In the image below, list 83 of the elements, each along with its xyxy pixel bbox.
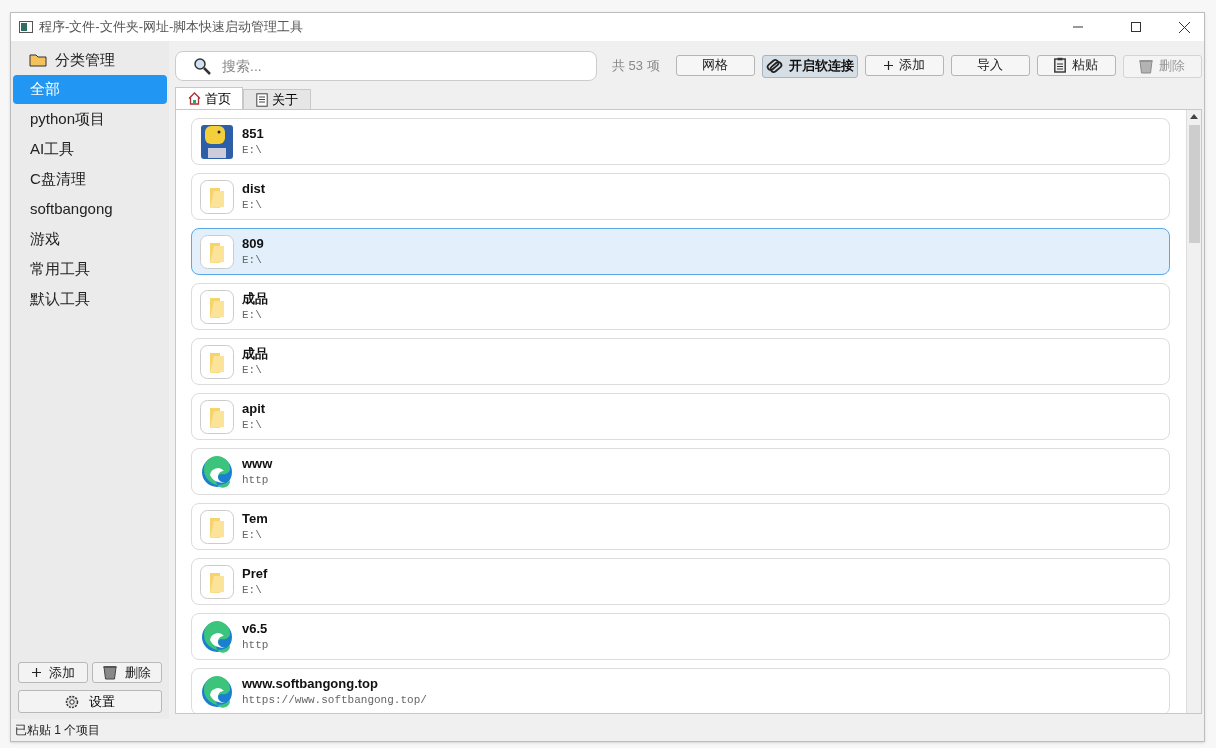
close-icon[interactable]: [1179, 21, 1190, 33]
item-name: Pref: [242, 565, 268, 582]
add-button[interactable]: 添加: [864, 54, 944, 76]
browser-icon: [200, 674, 234, 709]
tab[interactable]: 首页: [175, 87, 243, 109]
item-path: E:\: [242, 197, 263, 213]
link-button[interactable]: 开启软连接: [761, 54, 858, 78]
folder-icon: [200, 564, 234, 599]
item-name: 851: [242, 125, 264, 142]
list-item[interactable]: dist E:\: [191, 173, 1170, 220]
item-path: E:\: [242, 142, 263, 158]
category-item[interactable]: 默认工具: [13, 285, 167, 314]
list-item[interactable]: v6.5 http: [191, 613, 1170, 660]
item-path: E:\: [242, 582, 263, 598]
item-count: 共 53 项: [612, 57, 660, 76]
tab[interactable]: 关于: [243, 89, 311, 109]
item-name: apit: [242, 400, 266, 417]
category-item[interactable]: 常用工具: [13, 255, 167, 284]
folder-icon: [200, 509, 234, 544]
scroll-thumb[interactable]: [1188, 125, 1200, 243]
scrollbar[interactable]: [1186, 110, 1201, 713]
folder-icon: [200, 234, 234, 269]
item-path: https://www.softbangong.top/: [242, 692, 427, 708]
list-item[interactable]: apit E:\: [191, 393, 1170, 440]
item-name: v6.5: [242, 620, 269, 637]
clipboard-icon: [1054, 57, 1067, 73]
item-path: E:\: [242, 307, 263, 323]
paste-button[interactable]: 粘贴: [1036, 54, 1116, 76]
list-item[interactable]: 809 E:\: [191, 228, 1170, 275]
status-text: 已粘贴 1 个项目: [15, 722, 101, 739]
list-item[interactable]: www http: [191, 448, 1170, 495]
plus-icon: [883, 60, 893, 70]
category-item[interactable]: softbangong: [13, 195, 167, 224]
home-icon: [187, 92, 201, 105]
category-item[interactable]: AI工具: [13, 135, 167, 164]
app-icon: [19, 21, 33, 33]
list-item[interactable]: 成品 E:\: [191, 283, 1170, 330]
category-item[interactable]: python项目: [13, 105, 167, 134]
grid-button[interactable]: 网格: [675, 54, 755, 76]
item-name: dist: [242, 180, 266, 197]
list-item[interactable]: Pref E:\: [191, 558, 1170, 605]
item-name: 成品: [242, 345, 268, 362]
window-title: 程序-文件-文件夹-网址-脚本快速启动管理工具: [39, 18, 304, 37]
folder-icon: [200, 344, 234, 379]
item-path: E:\: [242, 417, 263, 433]
folder-icon: [200, 289, 234, 324]
folder-icon: [200, 399, 234, 434]
item-path: E:\: [242, 252, 263, 268]
add-category-button[interactable]: 添加: [18, 662, 88, 683]
item-name: 809: [242, 235, 264, 252]
settings-button[interactable]: 设置: [18, 690, 162, 713]
browser-icon: [200, 619, 234, 654]
search-field[interactable]: 搜索...: [175, 51, 597, 81]
scroll-up-icon[interactable]: [1190, 114, 1198, 119]
search-icon: [193, 57, 211, 75]
category-item[interactable]: 游戏: [13, 225, 167, 254]
trash-icon: [103, 665, 117, 680]
item-name: www.softbangong.top: [242, 675, 379, 692]
gear-icon: [65, 694, 79, 709]
plus-icon: [31, 668, 41, 677]
maximize-icon[interactable]: [1131, 22, 1141, 32]
list-item[interactable]: Tem E:\: [191, 503, 1170, 550]
folder-icon: [200, 179, 234, 214]
sidebar-header: 分类管理: [55, 49, 115, 70]
document-icon: [256, 92, 268, 107]
link-icon: [765, 58, 784, 74]
list-item[interactable]: 成品 E:\: [191, 338, 1170, 385]
item-path: E:\: [242, 527, 263, 543]
item-name: Tem: [242, 510, 268, 527]
list-item[interactable]: www.softbangong.top https://www.softbangong.top/: [191, 668, 1170, 713]
list-item[interactable]: 851 E:\: [191, 118, 1170, 165]
item-path: http: [242, 472, 270, 488]
item-path: http: [242, 637, 269, 653]
folder-icon: [29, 53, 47, 67]
item-name: www: [242, 455, 273, 472]
item-path: E:\: [242, 362, 263, 378]
floppy-icon: [200, 123, 234, 160]
trash-icon: [1139, 58, 1154, 74]
delete-category-button[interactable]: 删除: [92, 662, 162, 683]
import-button[interactable]: 导入: [950, 54, 1030, 76]
item-name: 成品: [242, 290, 268, 307]
category-item[interactable]: C盘清理: [13, 165, 167, 194]
browser-icon: [200, 454, 234, 489]
